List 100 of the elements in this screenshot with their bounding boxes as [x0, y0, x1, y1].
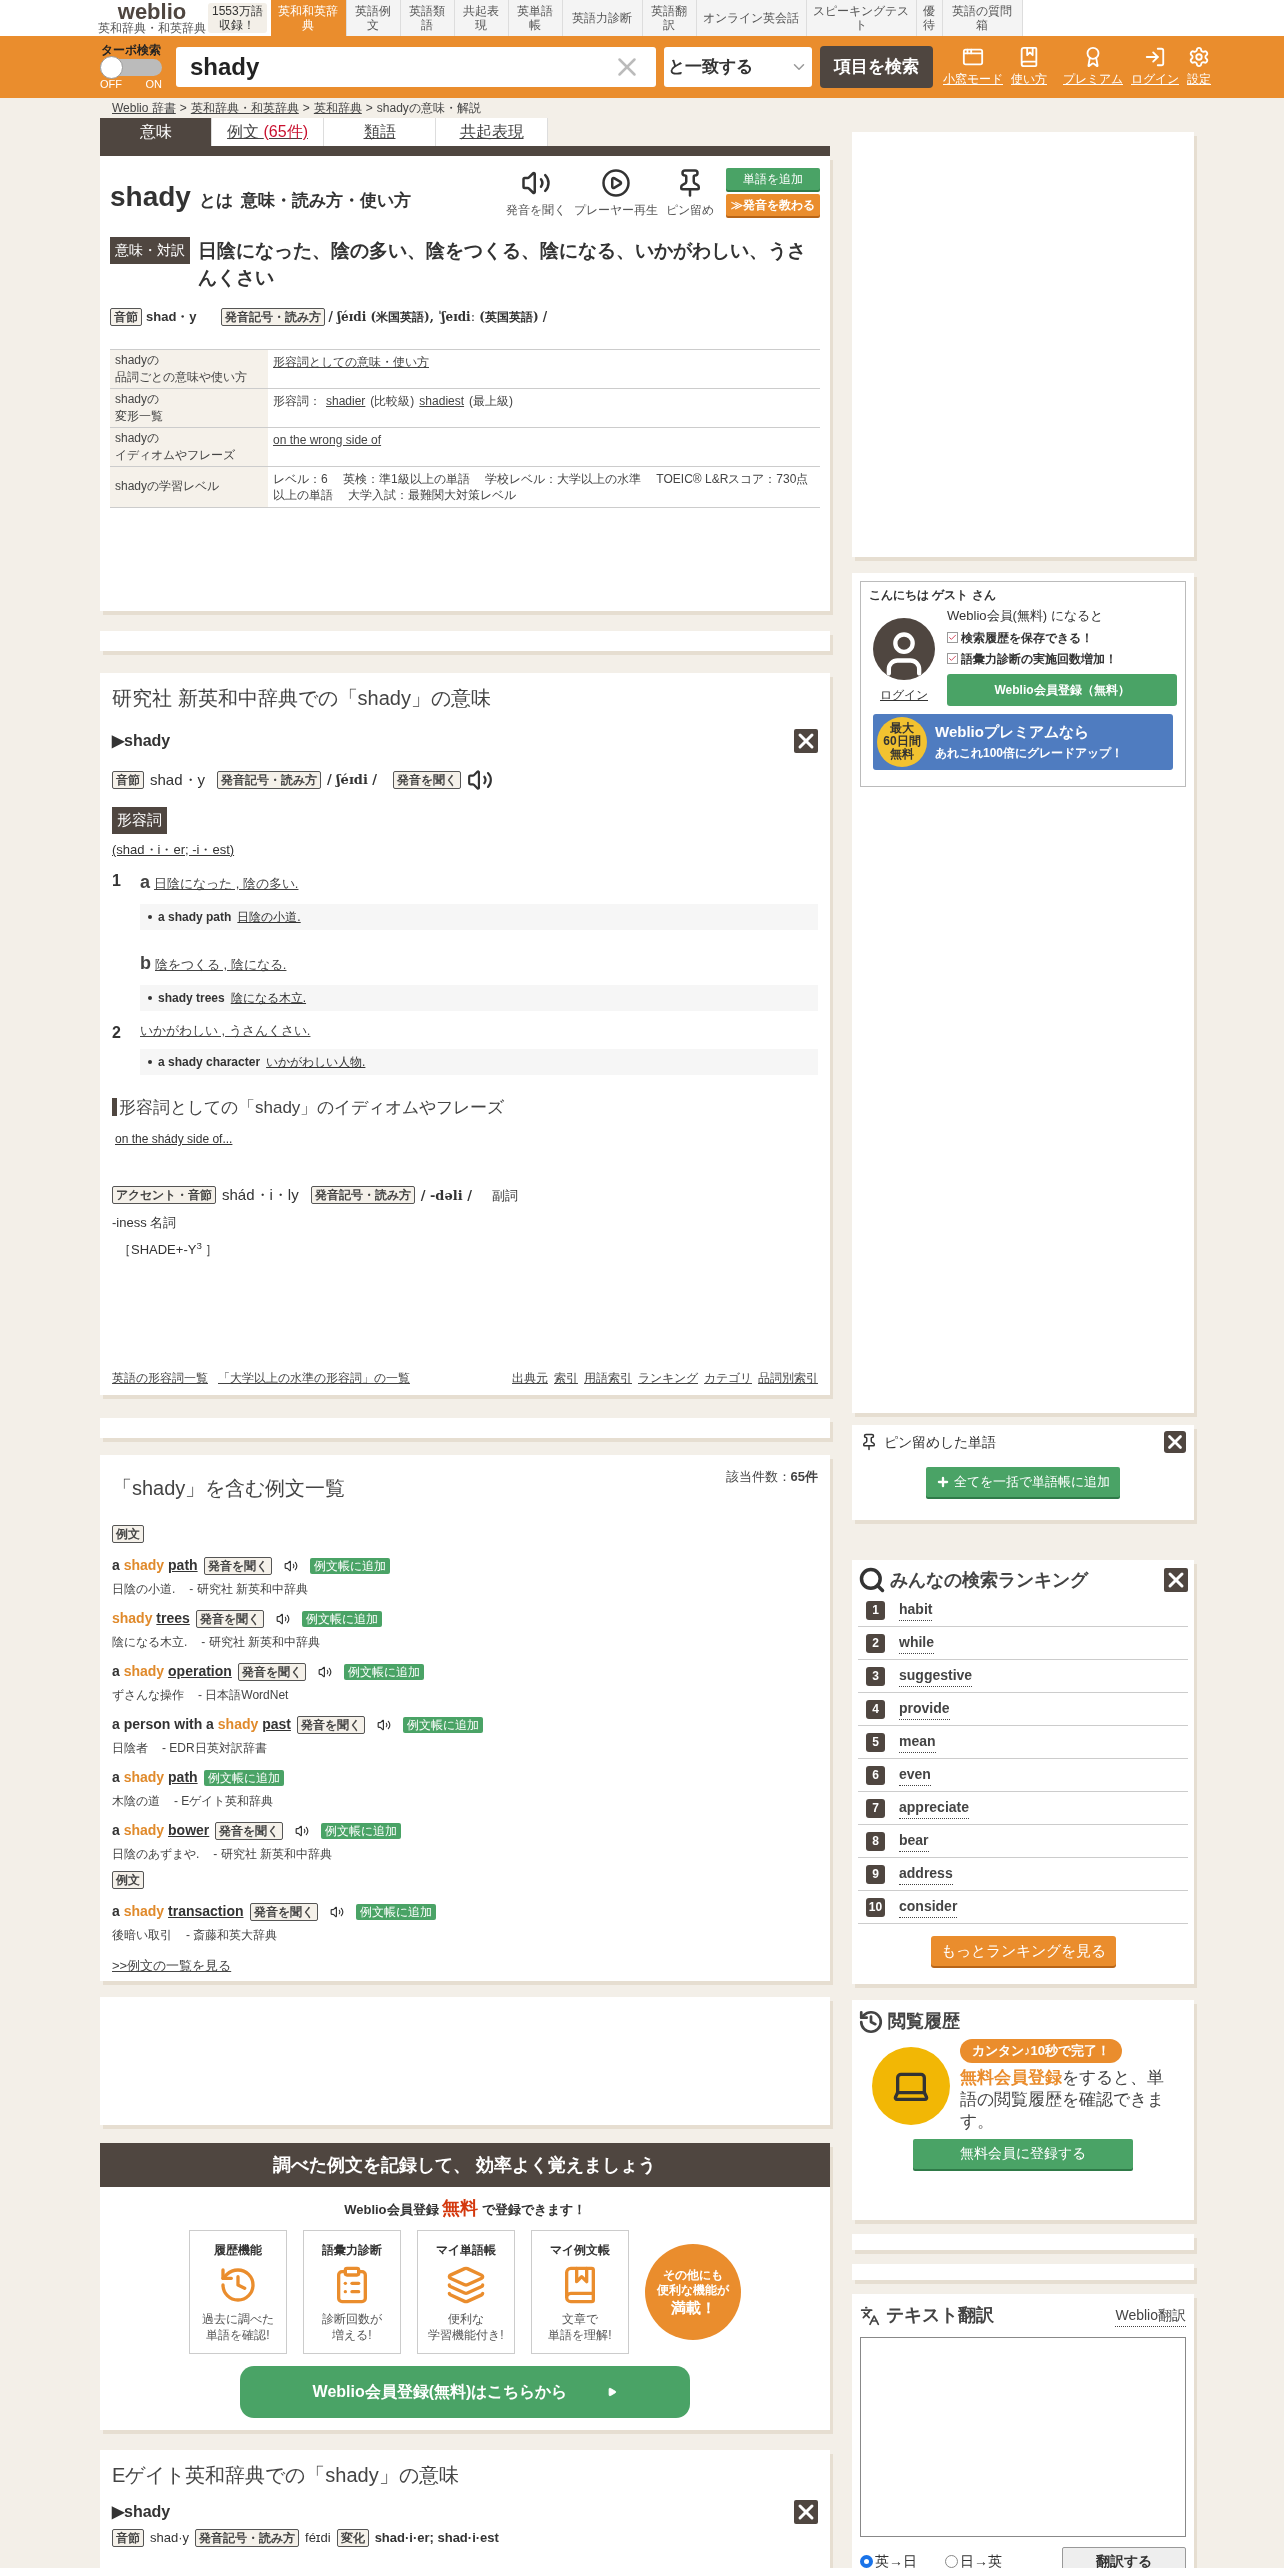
- panel-title: テキスト翻訳: [886, 2304, 995, 2327]
- ranking-word[interactable]: provide: [899, 1698, 950, 1720]
- speaker-icon[interactable]: [329, 1904, 344, 1919]
- label-tag: 発音記号・読み方: [220, 307, 325, 326]
- label-tag: アクセント・音節: [112, 1186, 216, 1205]
- label-tag: 発音記号・読み方: [217, 771, 322, 789]
- logo[interactable]: weblio: [117, 1, 187, 22]
- breadcrumb-link[interactable]: 英和辞典・和英辞典: [190, 99, 299, 117]
- nav-tab[interactable]: 英語力診断: [562, 0, 643, 36]
- example-translation: 日陰のあずまや. - 研究社 新英和中辞典: [112, 1846, 333, 1863]
- rank-number: 10: [866, 1897, 885, 1917]
- speaker-icon[interactable]: [317, 1664, 332, 1679]
- nav-tab[interactable]: オンライン英会話: [696, 0, 807, 36]
- table-link[interactable]: on the wrong side of: [273, 432, 382, 447]
- close-icon[interactable]: [794, 729, 818, 753]
- breadcrumb-link[interactable]: Weblio 辞書: [112, 99, 176, 117]
- close-icon[interactable]: [794, 2500, 818, 2524]
- play-icon: [607, 2387, 618, 2397]
- example-japanese: 陰になる木立.: [230, 990, 307, 1007]
- translate-input[interactable]: [860, 2337, 1186, 2537]
- tab[interactable]: 類語: [324, 118, 436, 146]
- gloss-link[interactable]: 日陰になった , 陰の多い.: [154, 874, 299, 894]
- speaker-icon[interactable]: [376, 1717, 391, 1732]
- speaker-icon[interactable]: [295, 1823, 310, 1838]
- nav-tab[interactable]: 英語類語: [400, 0, 455, 36]
- panel-title: みんなの検索ランキング: [890, 1568, 1090, 1592]
- pin-icon: [860, 1433, 878, 1451]
- footer-link[interactable]: 品詞別索引: [758, 1369, 818, 1387]
- speaker-icon[interactable]: [275, 1611, 290, 1626]
- example-sentence: a shady transaction: [112, 1902, 244, 1921]
- footer-link[interactable]: ランキング: [638, 1369, 698, 1387]
- nav-tab[interactable]: 優待: [916, 0, 943, 36]
- gloss-link[interactable]: いかがわしい , うさんくさい.: [140, 1021, 311, 1041]
- table-link[interactable]: 形容詞としての意味・使い方: [273, 354, 429, 369]
- table-link[interactable]: shadiest: [419, 393, 465, 408]
- ranking-word[interactable]: while: [899, 1632, 934, 1654]
- login-link[interactable]: ログイン: [880, 686, 928, 704]
- speaker-icon[interactable]: [467, 767, 494, 793]
- ranking-word[interactable]: consider: [899, 1896, 958, 1918]
- close-icon[interactable]: [1164, 1568, 1188, 1592]
- nav-tab[interactable]: 英語翻訳: [642, 0, 697, 36]
- benefit-text: 語彙力診断の実施回数増加！: [961, 650, 1117, 668]
- ranking-word[interactable]: habit: [899, 1599, 933, 1621]
- close-icon[interactable]: [1164, 1431, 1186, 1453]
- gloss-link[interactable]: 陰をつくる , 陰になる.: [155, 955, 287, 975]
- turbo-toggle[interactable]: [100, 59, 162, 77]
- ranking-word[interactable]: bear: [899, 1830, 929, 1852]
- tab[interactable]: 意味: [100, 118, 212, 146]
- ranking-word[interactable]: even: [899, 1764, 931, 1786]
- action-button[interactable]: 発音を聞く: [506, 168, 566, 219]
- footer-link[interactable]: 「大学以上の水準の形容詞」の一覧: [218, 1369, 410, 1387]
- ranking-word[interactable]: address: [899, 1863, 953, 1885]
- label-tag: 音節: [110, 307, 142, 326]
- footer-link[interactable]: カテゴリ: [704, 1369, 752, 1387]
- tab[interactable]: 共起表現: [436, 118, 548, 146]
- radio-label[interactable]: 英→日: [875, 2550, 917, 2568]
- promo-banner: 調べた例文を記録して、 効率よく覚えましょう: [100, 2143, 830, 2187]
- rank-number: 8: [866, 1831, 885, 1851]
- ranking-word[interactable]: mean: [899, 1731, 936, 1753]
- tab[interactable]: 例文 (65件): [212, 118, 324, 146]
- premium-banner[interactable]: 最大 60日間 無料 Weblioプレミアムなら あれこれ100倍にグレードアップ！: [873, 713, 1173, 770]
- label-tag: 変化: [336, 2528, 369, 2547]
- example-sentence: shady trees: [112, 1609, 190, 1628]
- member-text: Weblio会員(無料) になると: [947, 607, 1104, 625]
- ranking-word[interactable]: suggestive: [899, 1665, 973, 1687]
- example-japanese: 日陰の小道.: [237, 909, 301, 926]
- sense-letter: b: [140, 952, 151, 975]
- breadcrumb-link[interactable]: 英和辞典: [313, 99, 362, 117]
- speaker-icon[interactable]: [283, 1558, 298, 1573]
- rank-number: 6: [866, 1765, 885, 1785]
- plus-icon: [936, 1475, 950, 1489]
- radio-button[interactable]: [860, 2554, 873, 2568]
- label-tag: 発音記号・読み方: [310, 1186, 415, 1205]
- footer-link[interactable]: 索引: [554, 1369, 578, 1387]
- nav-tab[interactable]: 英語の質問箱: [942, 0, 1023, 36]
- footer-link[interactable]: 用語索引: [584, 1369, 632, 1387]
- panel-title: 閲覧履歴: [888, 2010, 960, 2033]
- nav-tab[interactable]: 英単語帳: [508, 0, 563, 36]
- radio-label[interactable]: 日→英: [960, 2550, 1002, 2568]
- translate-link[interactable]: Weblio翻訳: [1115, 2304, 1186, 2327]
- ranking-word[interactable]: appreciate: [899, 1797, 970, 1819]
- match-dropdown[interactable]: と一致する: [664, 47, 812, 87]
- idiom-link[interactable]: on the shády side of...: [115, 1130, 233, 1148]
- syllable-text: shad・y: [150, 769, 206, 790]
- translate-button[interactable]: 翻訳する: [1062, 2547, 1186, 2568]
- more-examples-link[interactable]: >>例文の一覧を見る: [112, 1956, 232, 1976]
- nav-tab[interactable]: スピーキングテスト: [806, 0, 917, 36]
- action-button[interactable]: プレーヤー再生: [574, 168, 658, 219]
- etymology-text: ［SHADE+-Y$^{3}$ ］: [118, 1240, 219, 1259]
- example-japanese: いかがわしい人物.: [266, 1053, 366, 1071]
- nav-tab[interactable]: 共起表現: [454, 0, 509, 36]
- footer-link[interactable]: 英語の形容詞一覧: [112, 1369, 208, 1387]
- footer-link[interactable]: 出典元: [512, 1369, 548, 1387]
- search-button[interactable]: 項目を検索: [820, 46, 933, 88]
- action-button[interactable]: ピン留め: [666, 168, 714, 219]
- search-field[interactable]: shady: [176, 47, 656, 87]
- nav-tab[interactable]: 英語例文: [346, 0, 401, 36]
- section-title: 研究社 新英和中辞典での「shady」の意味: [112, 686, 492, 711]
- search-icon: [858, 1566, 886, 1594]
- table-link[interactable]: shadier: [326, 393, 366, 408]
